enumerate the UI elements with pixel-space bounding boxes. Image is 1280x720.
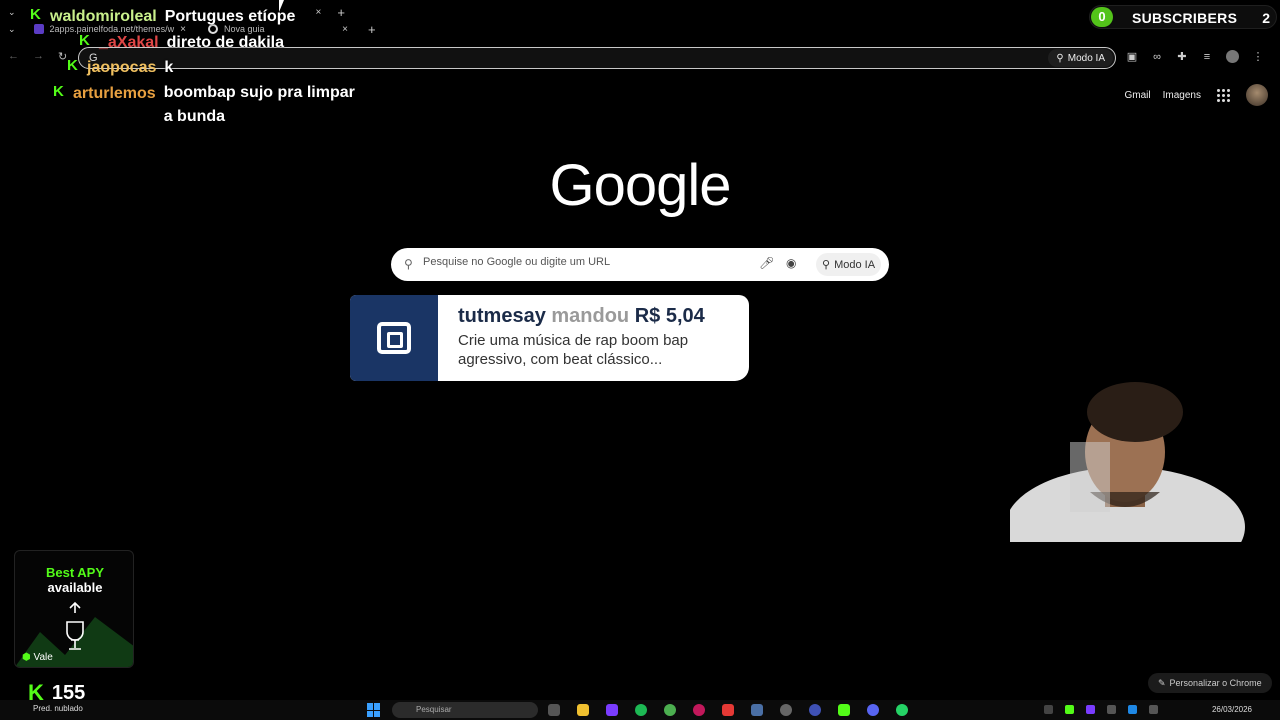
weather-widget[interactable]: Pred. nublado xyxy=(33,704,83,713)
system-tray xyxy=(1044,705,1158,714)
customize-label: Personalizar o Chrome xyxy=(1169,678,1262,688)
taskbar-date[interactable]: 26/03/2026 xyxy=(1212,705,1252,714)
ad-brand: ⬢ Vale xyxy=(22,652,53,663)
gmail-link[interactable]: Gmail xyxy=(1125,90,1151,101)
taskbar-apps xyxy=(548,704,908,716)
reload-icon[interactable]: ↻ xyxy=(58,50,67,63)
nav-buttons: ← → ↻ xyxy=(8,50,67,63)
tray-icon[interactable] xyxy=(1086,705,1095,714)
steam-icon[interactable] xyxy=(751,704,763,716)
new-tab-button[interactable]: + xyxy=(368,22,376,37)
webcam-feed xyxy=(1010,382,1270,542)
donation-verb: mandou xyxy=(551,305,630,327)
chat-text: k xyxy=(164,59,174,76)
subscribers-count: 0 xyxy=(1091,7,1113,27)
whatsapp-icon[interactable] xyxy=(896,704,908,716)
search-input[interactable] xyxy=(423,256,743,268)
tab-list-chevron-icon[interactable]: ⌄ xyxy=(8,7,16,18)
tab-close-icon[interactable]: × xyxy=(316,7,322,18)
search-icon: ⚲ xyxy=(1056,52,1064,64)
tab-list-chevron-icon[interactable]: ⌄ xyxy=(8,24,16,35)
customize-chrome-button[interactable]: ✎ Personalizar o Chrome xyxy=(1148,673,1272,693)
lens-icon[interactable]: ◉ xyxy=(786,256,796,270)
chat-text: Portugues etíope xyxy=(164,8,296,25)
chrome-icon[interactable] xyxy=(664,704,676,716)
microphone-icon[interactable]: 🎤︎ xyxy=(759,256,774,270)
tray-icon[interactable] xyxy=(1044,705,1053,714)
donation-message: Crie uma música de rap boom bap agressiv… xyxy=(458,332,689,368)
media-icon[interactable]: ≡ xyxy=(1201,51,1213,63)
forward-arrow-icon[interactable]: → xyxy=(33,50,44,63)
chat-username: _aXakal xyxy=(99,34,159,51)
kick-badge-icon: K xyxy=(30,6,41,23)
donation-logo-icon xyxy=(377,322,411,354)
chat-username: waldomiroleal xyxy=(50,8,157,25)
donation-brand-panel xyxy=(350,295,438,381)
taskbar-search[interactable]: Pesquisar xyxy=(392,702,538,718)
ad-line2: available xyxy=(47,580,103,595)
account-avatar[interactable] xyxy=(1246,84,1268,106)
tray-icon[interactable] xyxy=(1107,705,1116,714)
chat-text: direto de dakila xyxy=(166,34,284,51)
address-modo-ia-button[interactable]: ⚲ Modo IA xyxy=(1048,49,1113,67)
apy-ad: Best APY available ⬢ Vale xyxy=(14,550,134,668)
app-icon[interactable] xyxy=(780,704,792,716)
subscribers-goal-number: 2 xyxy=(1262,10,1270,26)
window-icon[interactable]: ▣ xyxy=(1126,51,1138,63)
google-search-box[interactable]: ⚲ 🎤︎ ◉ ⚲ Modo IA xyxy=(391,248,889,281)
app-icon[interactable] xyxy=(809,704,821,716)
modo-ia-label: Modo IA xyxy=(834,258,876,271)
chat-username: arturlemos xyxy=(73,85,156,102)
ad-headline: Best APY available xyxy=(15,565,133,595)
glasses-icon[interactable]: ∞ xyxy=(1151,51,1163,63)
google-apps-icon[interactable] xyxy=(1213,88,1234,102)
toolbar-icons: ▣ ∞ ✚ ≡ ⋮ xyxy=(1126,50,1264,63)
search-icon: ⚲ xyxy=(404,257,413,271)
tray-icon[interactable] xyxy=(1149,705,1158,714)
taskview-icon[interactable] xyxy=(548,704,560,716)
chat-text: boombap sujo pra limpar a bunda xyxy=(163,84,355,125)
donor-name: tutmesay xyxy=(458,305,546,327)
images-link[interactable]: Imagens xyxy=(1163,90,1201,101)
chat-message: K _aXakal direto de dakila xyxy=(79,32,284,52)
tab-close-icon[interactable]: × xyxy=(342,24,348,35)
streamer-image xyxy=(1010,382,1245,542)
modo-ia-label: Modo IA xyxy=(1067,52,1105,64)
profile-avatar[interactable] xyxy=(1226,50,1239,63)
ad-line1: Best APY xyxy=(45,565,105,580)
pencil-icon: ✎ xyxy=(1158,677,1166,688)
app-icon[interactable] xyxy=(606,704,618,716)
kick-badge-icon: K xyxy=(79,32,90,49)
taskbar: Pred. nublado Pesquisar 26/03/2026 xyxy=(0,700,1280,720)
donation-alert: tutmesay mandou R$ 5,04 Crie uma música … xyxy=(350,295,749,381)
search-icon: ⚲ xyxy=(822,259,831,271)
chat-message: K jaopocas k xyxy=(67,57,174,77)
google-logo: Google xyxy=(549,153,731,218)
google-header: Gmail Imagens xyxy=(1125,84,1268,106)
tray-icon[interactable] xyxy=(1128,705,1137,714)
app-icon[interactable] xyxy=(722,704,734,716)
tray-icon[interactable] xyxy=(1065,705,1074,714)
back-arrow-icon[interactable]: ← xyxy=(8,50,19,63)
opera-icon[interactable] xyxy=(693,704,705,716)
discord-icon[interactable] xyxy=(867,704,879,716)
kick-icon[interactable] xyxy=(838,704,850,716)
modo-ia-button[interactable]: ⚲ Modo IA xyxy=(816,253,882,276)
chat-username: jaopocas xyxy=(87,59,157,76)
donation-amount: R$ 5,04 xyxy=(634,305,705,327)
donation-title: tutmesay mandou R$ 5,04 xyxy=(458,305,705,328)
extensions-icon[interactable]: ✚ xyxy=(1176,51,1188,63)
subscribers-label: SUBSCRIBERS xyxy=(1132,10,1238,26)
windows-start-icon[interactable] xyxy=(367,703,381,717)
spotify-icon[interactable] xyxy=(635,704,647,716)
chat-message: K arturlemos boombap sujo pra limpar a b… xyxy=(53,83,364,129)
explorer-icon[interactable] xyxy=(577,704,589,716)
mouse-cursor-icon xyxy=(279,0,289,12)
chat-message: K waldomiroleal Portugues etíope xyxy=(30,6,296,26)
more-menu-icon[interactable]: ⋮ xyxy=(1252,51,1264,63)
new-tab-button[interactable]: + xyxy=(337,5,345,20)
kick-badge-icon: K xyxy=(67,57,78,74)
kick-badge-icon: K xyxy=(53,83,64,100)
subscribers-goal: 0 SUBSCRIBERS 2 xyxy=(1089,5,1277,29)
